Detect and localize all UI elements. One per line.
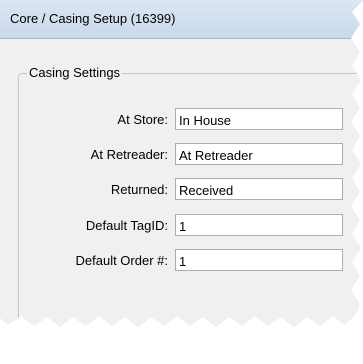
default-tagid-field[interactable]	[175, 214, 343, 236]
at-store-label: At Store:	[117, 112, 168, 127]
window-title: Core / Casing Setup (16399)	[10, 11, 176, 26]
returned-label: Returned:	[110, 182, 168, 197]
at-store-field[interactable]	[175, 108, 343, 130]
casing-settings-legend: Casing Settings	[27, 65, 123, 80]
default-order-number-field[interactable]	[175, 249, 343, 271]
default-tagid-label: Default TagID:	[85, 218, 168, 233]
returned-field[interactable]	[175, 178, 343, 200]
window-frame: Core / Casing Setup (16399) Casing Setti…	[0, 0, 363, 327]
title-bar[interactable]: Core / Casing Setup (16399)	[0, 0, 363, 39]
at-retreader-field[interactable]	[175, 143, 343, 165]
core-casing-setup-window: Core / Casing Setup (16399) Casing Setti…	[0, 0, 363, 331]
window-body: Casing Settings At Store: At Retreader: …	[0, 39, 363, 327]
default-order-number-label: Default Order #:	[75, 253, 169, 268]
at-retreader-label: At Retreader:	[90, 147, 168, 162]
